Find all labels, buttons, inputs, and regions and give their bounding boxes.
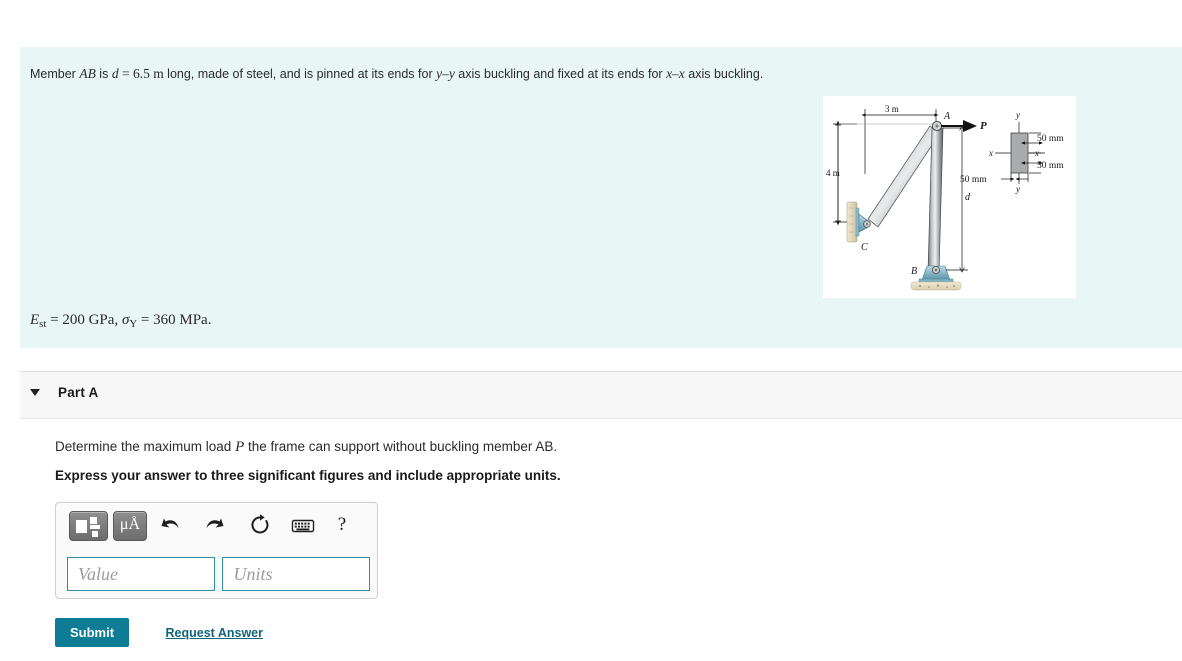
units-button-label: μÅ xyxy=(119,516,141,533)
part-a-title: Part A xyxy=(58,385,99,400)
cross-section-dim-top: 50 mm xyxy=(1037,134,1064,144)
cross-section-dim-width: 50 mm xyxy=(960,175,987,185)
part-a-header[interactable]: Part A xyxy=(20,371,1182,419)
answer-entry-widget: μÅ ? Value Units xyxy=(55,502,378,599)
cross-section-x-right-label: x xyxy=(1034,148,1039,158)
cross-section-detail: y y x x 50 mm 50 mm 50 mm xyxy=(960,110,1064,194)
dimension-3m-label: 3 m xyxy=(885,104,899,114)
question-prompt-prefix: Determine the maximum load xyxy=(55,439,236,454)
member-label: AB xyxy=(79,66,96,81)
reset-icon[interactable] xyxy=(246,511,274,539)
material-properties-line: Est = 200 GPa, σY = 360 MPa. xyxy=(30,312,212,331)
value-input[interactable] xyxy=(67,557,215,591)
point-a-label: A xyxy=(943,111,951,122)
yield-stress-subscript: Y xyxy=(129,318,138,331)
d-symbol: d xyxy=(111,66,119,81)
youngs-modulus-value: 200 GPa xyxy=(62,312,115,328)
answer-input-row xyxy=(67,557,371,591)
frame-diagram: 3 m 4 m C A P B d y y x x 50 mm 50 mm 50… xyxy=(823,96,1076,298)
question-instruction: Express your answer to three significant… xyxy=(55,468,561,483)
load-p-label: P xyxy=(980,120,987,132)
point-b-label: B xyxy=(911,266,917,277)
answer-toolbar: μÅ ? xyxy=(56,503,377,550)
keyboard-icon[interactable] xyxy=(289,511,317,539)
member-ca xyxy=(867,125,941,228)
axis-xx-label: x–x xyxy=(666,66,685,81)
point-c-label: C xyxy=(861,242,868,253)
cross-section-shape xyxy=(1010,132,1029,174)
member-ab xyxy=(927,127,944,273)
problem-statement-text: Member AB is d = 6.5 m long, made of ste… xyxy=(30,65,830,83)
template-denominator-icon xyxy=(92,531,98,537)
pin-support-b xyxy=(910,265,962,291)
undo-icon[interactable] xyxy=(156,511,184,539)
yield-stress-value: 360 MPa xyxy=(153,312,208,328)
cross-section-x-left-label: x xyxy=(988,148,993,158)
problem-page: Member AB is d = 6.5 m long, made of ste… xyxy=(0,0,1182,661)
question-load-symbol: P xyxy=(235,439,245,455)
statement-part-1: Member xyxy=(30,67,80,81)
submit-button[interactable]: Submit xyxy=(55,618,130,647)
question-body: Determine the maximum load P the frame c… xyxy=(55,438,955,485)
math-template-button[interactable] xyxy=(69,511,108,541)
statement-part-4: long, made of steel, and is pinned at it… xyxy=(163,67,437,81)
template-square-icon xyxy=(76,520,87,533)
axis-yy-label: y–y xyxy=(436,66,455,81)
question-prompt-suffix: the frame can support without buckling m… xyxy=(244,439,558,454)
units-input[interactable] xyxy=(222,557,371,591)
statement-part-6: axis buckling. xyxy=(684,67,764,81)
question-prompt: Determine the maximum load P the frame c… xyxy=(55,438,955,456)
youngs-modulus-symbol: E xyxy=(30,312,40,328)
cross-section-dim-bottom: 50 mm xyxy=(1037,161,1064,171)
statement-equals: = xyxy=(118,66,133,81)
d-value: 6.5 m xyxy=(132,66,164,81)
collapse-triangle-icon[interactable] xyxy=(30,389,40,396)
template-superscript-icon xyxy=(90,517,97,524)
wall-support-c xyxy=(846,201,871,243)
submit-row: Submit Request Answer xyxy=(55,618,263,647)
pin-joint-a xyxy=(931,120,943,132)
statement-part-2: is xyxy=(95,67,112,81)
problem-statement-panel: Member AB is d = 6.5 m long, made of ste… xyxy=(20,47,1182,348)
request-answer-link[interactable]: Request Answer xyxy=(166,626,263,640)
cross-section-y-bottom-label: y xyxy=(1015,184,1020,194)
help-icon[interactable]: ? xyxy=(328,511,356,539)
cross-section-y-top-label: y xyxy=(1015,110,1020,120)
template-fraction-bar-icon xyxy=(90,525,100,529)
redo-icon[interactable] xyxy=(201,511,229,539)
units-button[interactable]: μÅ xyxy=(113,511,147,541)
statement-part-5: axis buckling and fixed at its ends for xyxy=(454,67,667,81)
dimension-d-label: d xyxy=(965,192,971,203)
dimension-4m-label: 4 m xyxy=(826,168,840,178)
